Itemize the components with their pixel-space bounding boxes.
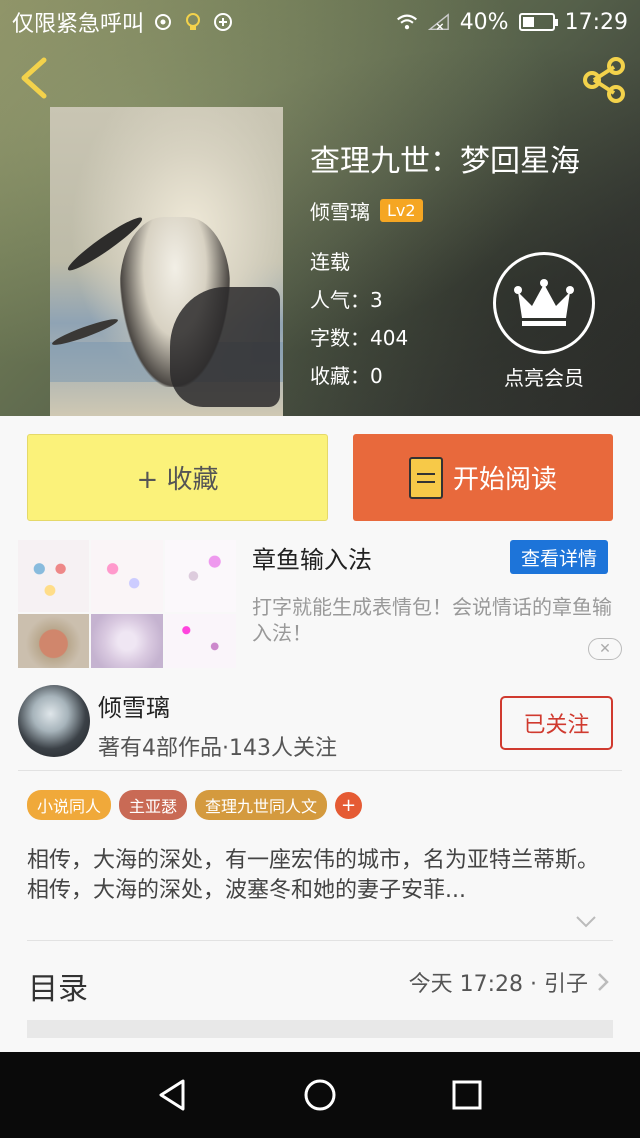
ad-title[interactable]: 章鱼输入法 bbox=[252, 540, 372, 575]
nav-recents-button[interactable] bbox=[447, 1075, 487, 1115]
circle-home-icon bbox=[304, 1079, 336, 1111]
ad-description[interactable]: 打字就能生成表情包！会说情话的章鱼输入法！ bbox=[252, 594, 624, 646]
vip-button[interactable]: 点亮会员 bbox=[492, 252, 596, 391]
tag-item[interactable]: 主亚瑟 bbox=[119, 790, 188, 820]
catalog-latest-chapter[interactable]: 今天 17:28 · 引子 bbox=[409, 966, 610, 998]
lightbulb-icon bbox=[182, 11, 204, 33]
catalog-latest-text: 今天 17:28 · 引子 bbox=[408, 972, 588, 997]
chevron-left-icon bbox=[21, 57, 47, 99]
book-favorites: 收藏：0 bbox=[310, 364, 383, 388]
battery-percent: 40% bbox=[459, 9, 509, 35]
collect-button[interactable]: + 收藏 bbox=[27, 434, 328, 521]
share-icon bbox=[583, 57, 625, 103]
book-popularity: 人气：3 bbox=[310, 288, 383, 312]
sync-icon bbox=[212, 11, 234, 33]
book-author-name[interactable]: 倾雪璃 bbox=[310, 196, 370, 225]
author-avatar[interactable] bbox=[18, 685, 90, 757]
book-status: 连载 bbox=[310, 250, 350, 274]
follow-button[interactable]: 已关注 bbox=[500, 696, 613, 750]
battery-icon bbox=[518, 13, 558, 31]
book-author-row[interactable]: 倾雪璃 Lv2 bbox=[310, 196, 423, 225]
signal-icon bbox=[427, 11, 450, 33]
chevron-down-icon[interactable] bbox=[574, 912, 598, 930]
author-level-badge: Lv2 bbox=[380, 199, 423, 222]
triangle-back-icon bbox=[159, 1079, 185, 1111]
author-card-name[interactable]: 倾雪璃 bbox=[98, 688, 170, 723]
book-title: 查理九世：梦回星海 bbox=[310, 144, 580, 179]
ad-detail-button[interactable]: 查看详情 bbox=[510, 540, 608, 574]
book-icon bbox=[408, 456, 443, 499]
divider bbox=[27, 940, 613, 941]
clock: 17:29 bbox=[564, 9, 628, 35]
nav-home-button[interactable] bbox=[300, 1075, 340, 1115]
tag-item[interactable]: 小说同人 bbox=[27, 790, 112, 820]
close-icon: ✕ bbox=[599, 641, 611, 657]
chevron-right-icon bbox=[598, 973, 609, 991]
tag-item[interactable]: 查理九世同人文 bbox=[195, 790, 328, 820]
nav-back-button[interactable] bbox=[153, 1075, 193, 1115]
share-button[interactable] bbox=[580, 56, 628, 104]
tag-list: 小说同人 主亚瑟 查理九世同人文 + bbox=[27, 790, 363, 820]
add-tag-button[interactable]: + bbox=[335, 791, 363, 819]
status-bar: 仅限紧急呼叫 40% 17:29 bbox=[0, 0, 640, 44]
book-cover-image[interactable] bbox=[50, 107, 283, 416]
book-description[interactable]: 相传，大海的深处，有一座宏伟的城市，名为亚特兰蒂斯。相传，大海的深处，波塞冬和她… bbox=[27, 846, 613, 906]
system-navigation-bar bbox=[0, 1052, 640, 1138]
divider bbox=[18, 770, 622, 771]
crown-icon bbox=[493, 252, 595, 354]
start-reading-label: 开始阅读 bbox=[452, 465, 557, 495]
chapter-list-placeholder bbox=[27, 1020, 613, 1038]
square-recents-icon bbox=[452, 1080, 482, 1110]
catalog-label[interactable]: 目录 bbox=[28, 964, 88, 1008]
ad-image[interactable] bbox=[18, 540, 236, 668]
ad-close-button[interactable]: ✕ bbox=[588, 638, 622, 660]
location-icon bbox=[152, 11, 174, 33]
back-button[interactable] bbox=[16, 56, 52, 100]
author-card-stats: 著有4部作品·143人关注 bbox=[98, 736, 337, 761]
start-reading-button[interactable]: 开始阅读 bbox=[353, 434, 613, 521]
battery-fill bbox=[522, 17, 534, 27]
wifi-icon bbox=[396, 11, 418, 33]
notification-text: 仅限紧急呼叫 bbox=[12, 12, 145, 37]
vip-label: 点亮会员 bbox=[504, 366, 584, 390]
book-word-count: 字数：404 bbox=[310, 326, 409, 350]
